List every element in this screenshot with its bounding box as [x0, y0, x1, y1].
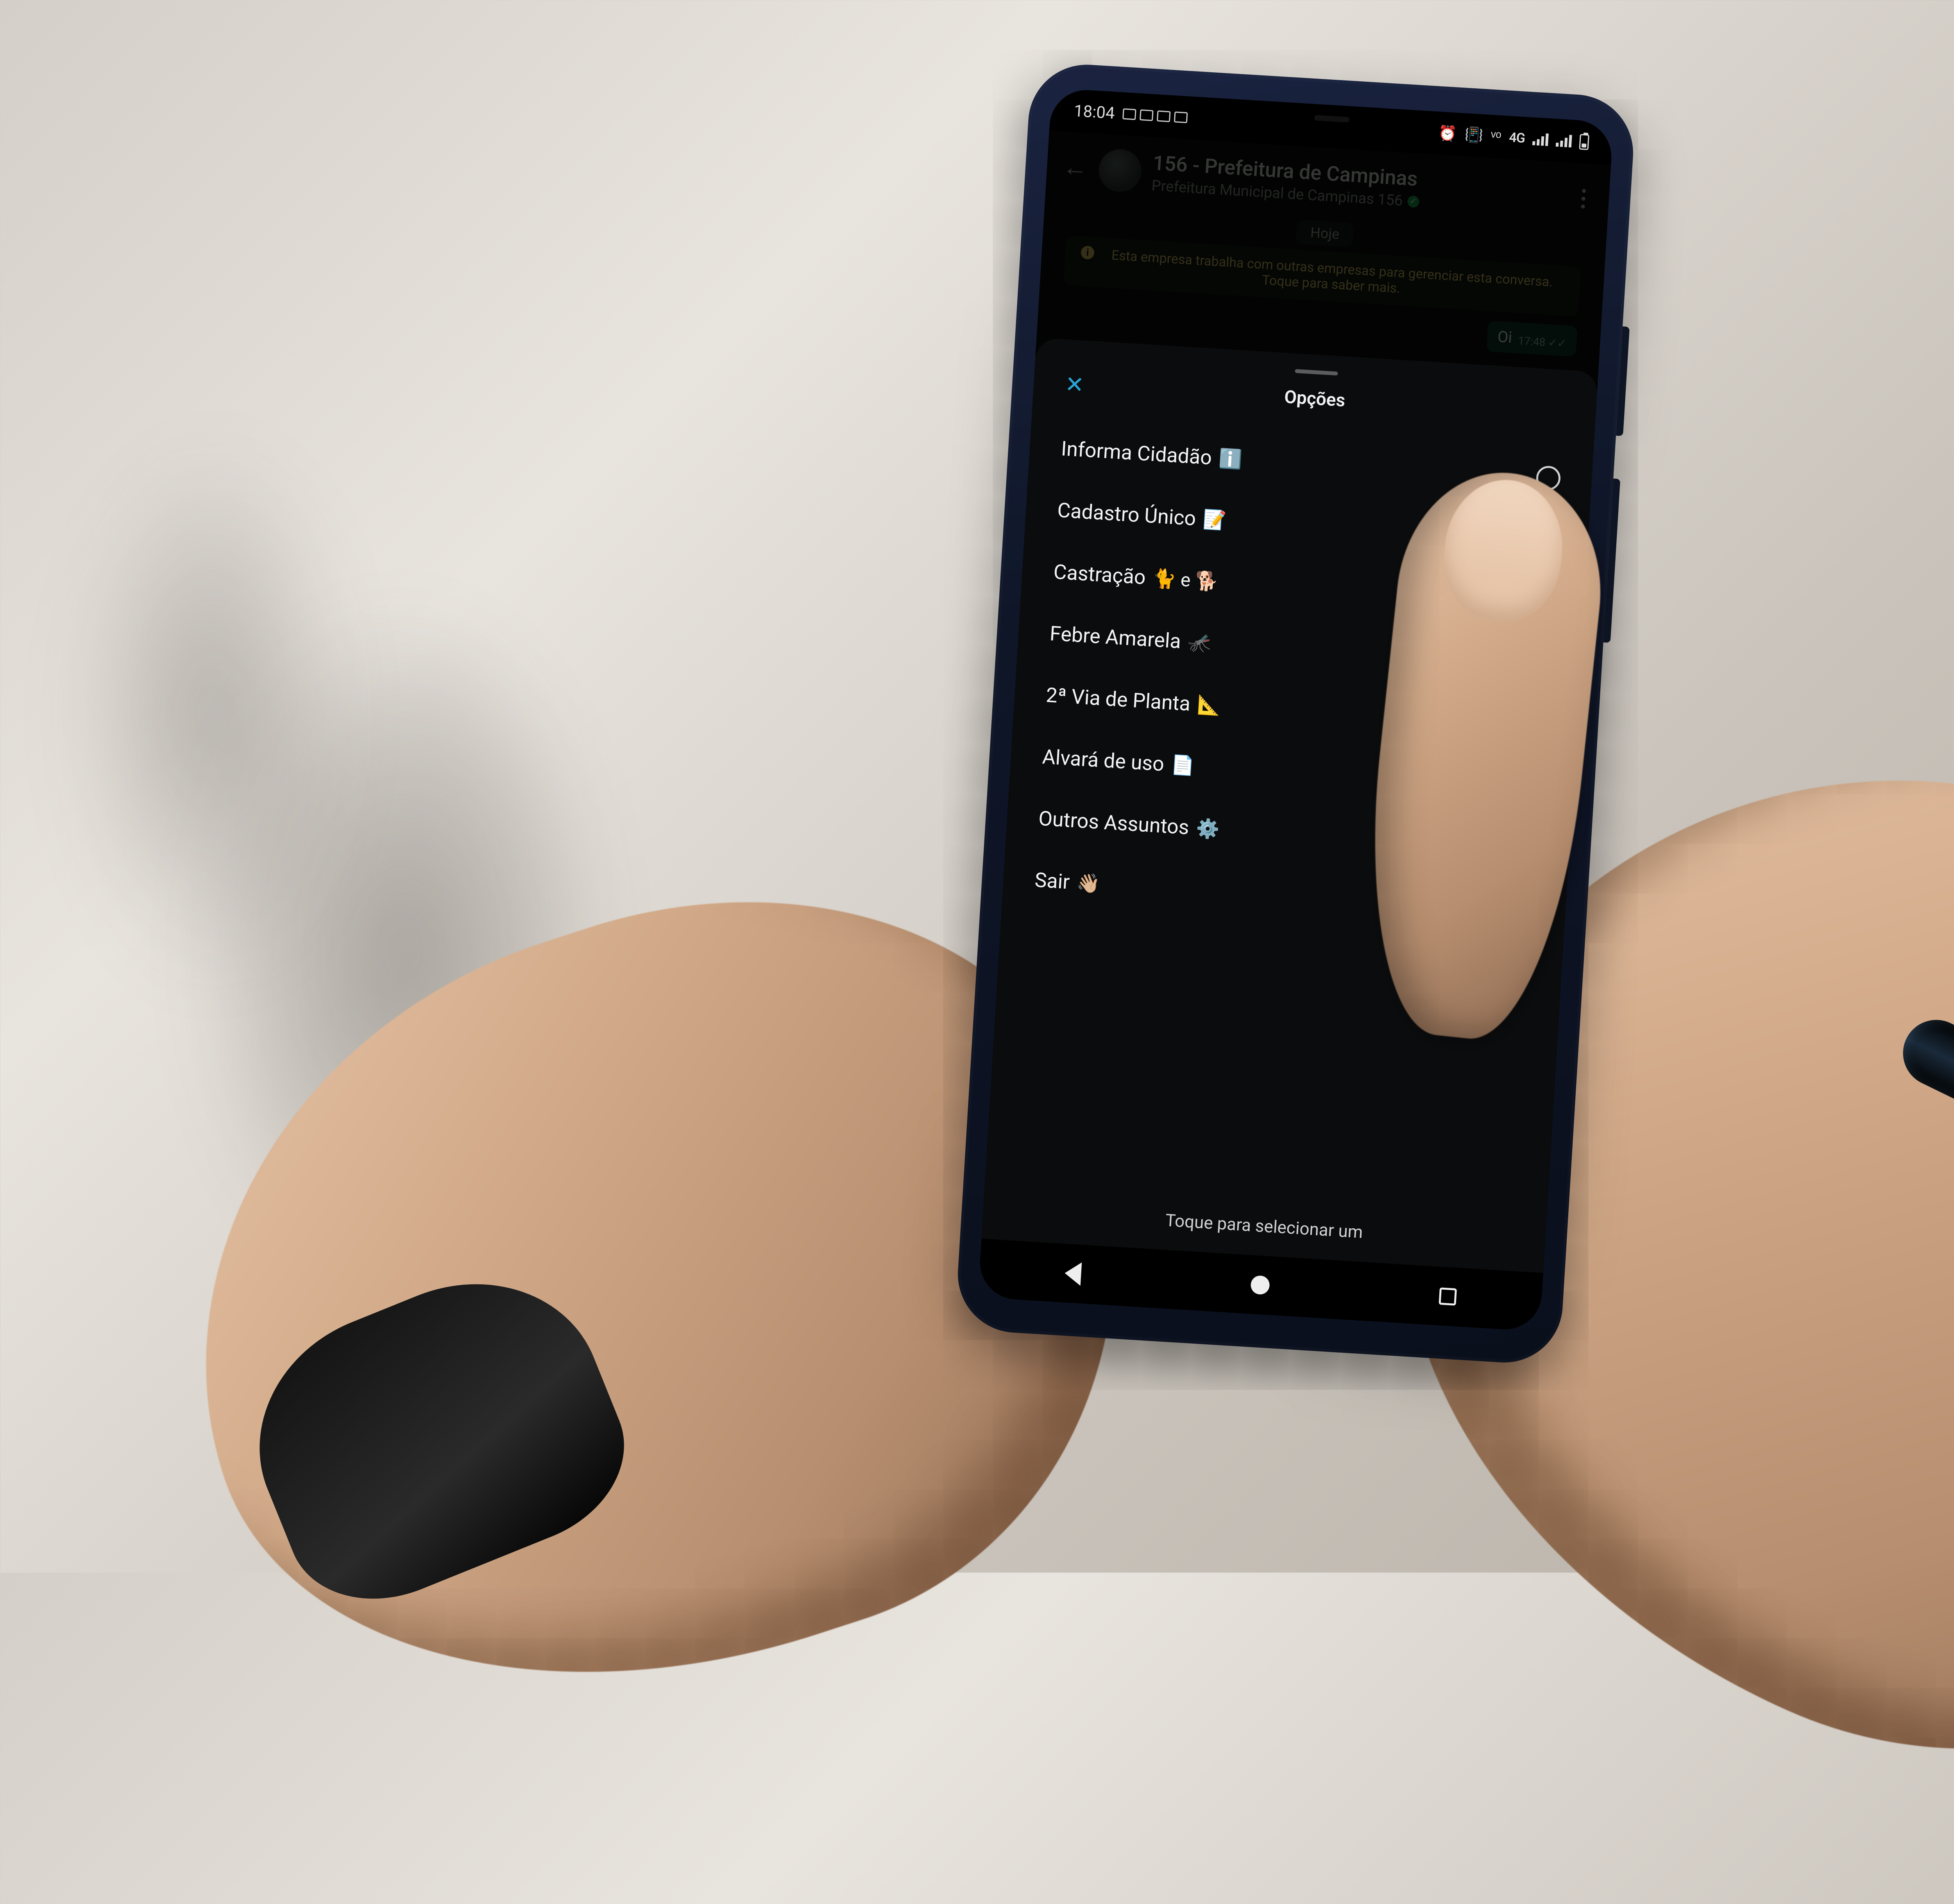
vibrate-icon: 📳 [1464, 126, 1484, 145]
alarm-icon: ⏰ [1438, 125, 1457, 143]
option-label: Febre Amarela [1049, 621, 1182, 653]
option-label: Cadastro Único [1057, 498, 1197, 531]
nav-back-icon[interactable] [1064, 1262, 1082, 1286]
sheet-header: ✕ Opções [1065, 373, 1565, 425]
nav-recent-icon[interactable] [1439, 1287, 1457, 1306]
sheet-title: Opções [1284, 387, 1346, 411]
network-label: 4G [1508, 130, 1525, 146]
status-left: 18:04 [1074, 101, 1188, 127]
sim-indicators [1122, 108, 1188, 123]
pets-emoji-icon: 🐈 e 🐕 [1152, 567, 1219, 593]
close-icon[interactable]: ✕ [1065, 373, 1085, 397]
option-label: Outros Assuntos [1038, 806, 1190, 839]
nav-home-icon[interactable] [1250, 1275, 1270, 1295]
sim-icon [1122, 108, 1136, 120]
signal-icon [1556, 134, 1572, 147]
gear-emoji-icon: ⚙️ [1195, 817, 1220, 841]
sim-icon [1157, 111, 1171, 122]
mosquito-emoji-icon: 🦟 [1187, 631, 1212, 655]
ruler-emoji-icon: 📐 [1197, 693, 1221, 717]
signal-icon [1532, 133, 1549, 146]
option-label: Castração [1053, 560, 1146, 589]
option-label: Alvará de uso [1041, 744, 1165, 776]
status-right: ⏰ 📳 ᵛᵒ 4G [1438, 125, 1589, 151]
battery-icon [1579, 134, 1589, 150]
sim-icon [1140, 109, 1154, 121]
wave-emoji-icon: 👋🏼 [1076, 871, 1100, 895]
info-emoji-icon: ℹ️ [1218, 447, 1243, 471]
sheet-grabber[interactable] [1295, 369, 1338, 376]
option-label: Sair [1034, 868, 1070, 894]
option-label: 2ª Via de Planta [1045, 683, 1191, 716]
volte-icon: ᵛᵒ [1491, 128, 1502, 146]
status-time: 18:04 [1074, 101, 1115, 123]
option-label: Informa Cidadão [1061, 437, 1213, 469]
document-emoji-icon: 📄 [1170, 753, 1195, 777]
memo-emoji-icon: 📝 [1202, 508, 1227, 531]
sim-icon [1174, 111, 1188, 123]
